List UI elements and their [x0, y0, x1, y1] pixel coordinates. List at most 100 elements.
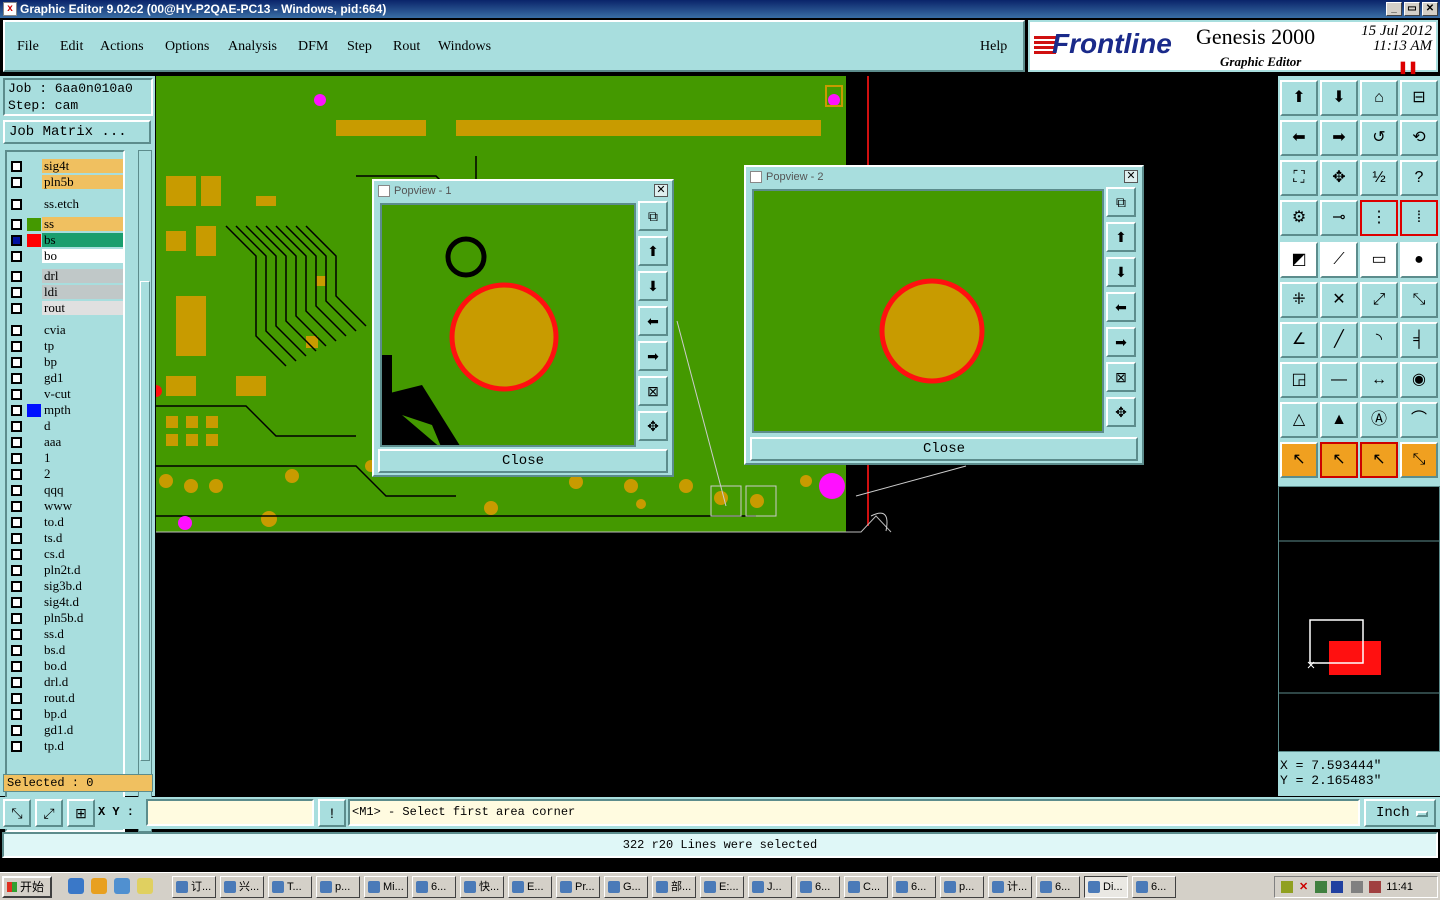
- layer-row[interactable]: ts.d: [7, 530, 123, 546]
- layer-row[interactable]: gd1: [7, 370, 123, 386]
- layer-checkbox[interactable]: [11, 693, 22, 704]
- shapes-icon[interactable]: ◉: [1400, 362, 1438, 398]
- layer-row[interactable]: cs.d: [7, 546, 123, 562]
- taskbar-task-button[interactable]: C...: [844, 876, 888, 898]
- layer-checkbox[interactable]: [11, 469, 22, 480]
- layer-name[interactable]: ts.d: [42, 531, 123, 545]
- zoom-fit-icon[interactable]: ⛶: [1280, 160, 1318, 196]
- select-box-icon[interactable]: ↖: [1320, 442, 1358, 478]
- layer-row[interactable]: www: [7, 498, 123, 514]
- layer-checkbox[interactable]: [11, 303, 22, 314]
- select-area-icon[interactable]: ↖: [1360, 442, 1398, 478]
- layer-row[interactable]: mpth: [7, 402, 123, 418]
- pad-shape-icon[interactable]: ●: [1400, 242, 1438, 278]
- pan-up-icon[interactable]: ⬆: [1280, 80, 1318, 116]
- close-window-button[interactable]: ✕: [1422, 2, 1438, 16]
- layer-checkbox[interactable]: [11, 421, 22, 432]
- layer-name[interactable]: gd1.d: [42, 723, 123, 737]
- net-select-icon[interactable]: ⋮: [1360, 200, 1398, 236]
- menu-analysis[interactable]: Analysis: [228, 39, 277, 55]
- popview-pan-down-icon[interactable]: ⬇: [638, 271, 668, 301]
- taskbar-task-button[interactable]: Di...: [1084, 876, 1128, 898]
- triangle-icon[interactable]: △: [1280, 402, 1318, 438]
- popview-pan-right-icon[interactable]: ➡: [1106, 327, 1136, 357]
- taskbar-task-button[interactable]: E...: [508, 876, 552, 898]
- layer-checkbox[interactable]: [11, 235, 22, 246]
- layer-row[interactable]: cvia: [7, 322, 123, 338]
- network-icon[interactable]: [114, 878, 130, 894]
- menu-rout[interactable]: Rout: [393, 39, 420, 55]
- layer-checkbox[interactable]: [11, 357, 22, 368]
- tray-close-icon[interactable]: ✕: [1299, 881, 1311, 893]
- popview-pan-left-icon[interactable]: ⬅: [638, 306, 668, 336]
- menu-step[interactable]: Step: [347, 39, 372, 55]
- snap-toggle-icon[interactable]: ⤢: [35, 799, 63, 827]
- layer-checkbox[interactable]: [11, 161, 22, 172]
- layer-name[interactable]: mpth: [42, 403, 123, 417]
- layer-name[interactable]: ss: [42, 217, 123, 231]
- layer-checkbox[interactable]: [11, 629, 22, 640]
- fillet-icon[interactable]: ╡: [1400, 322, 1438, 358]
- dimension-icon[interactable]: ↔: [1360, 362, 1398, 398]
- layer-name[interactable]: bs.d: [42, 643, 123, 657]
- taskbar-task-button[interactable]: J...: [748, 876, 792, 898]
- layer-name[interactable]: sig3b.d: [42, 579, 123, 593]
- add-feature-icon[interactable]: ◩: [1280, 242, 1318, 278]
- layer-row[interactable]: tp: [7, 338, 123, 354]
- maximize-button[interactable]: ▭: [1404, 2, 1420, 16]
- ie-icon[interactable]: [68, 878, 84, 894]
- layer-name[interactable]: rout.d: [42, 691, 123, 705]
- net-highlight-icon[interactable]: ⁞: [1400, 200, 1438, 236]
- layer-name[interactable]: pln5b.d: [42, 611, 123, 625]
- triangle-alt-icon[interactable]: ▲: [1320, 402, 1358, 438]
- taskbar-task-button[interactable]: 部...: [652, 876, 696, 898]
- popview-pan-right-icon[interactable]: ➡: [638, 341, 668, 371]
- pan-right-icon[interactable]: ➡: [1320, 120, 1358, 156]
- layer-name[interactable]: 1: [42, 451, 123, 465]
- unit-select[interactable]: Inch: [1364, 799, 1436, 827]
- taskbar-task-button[interactable]: G...: [604, 876, 648, 898]
- explorer-icon[interactable]: [137, 878, 153, 894]
- select-pointer-icon[interactable]: ↖: [1280, 442, 1318, 478]
- taskbar-task-button[interactable]: Mi...: [364, 876, 408, 898]
- xy-input[interactable]: [146, 799, 314, 826]
- taskbar-task-button[interactable]: E:...: [700, 876, 744, 898]
- undo-zoom-icon[interactable]: ↺: [1360, 120, 1398, 156]
- layer-scrollbar[interactable]: [138, 150, 152, 832]
- tray-app-icon[interactable]: [1315, 881, 1327, 893]
- layer-name[interactable]: 2: [42, 467, 123, 481]
- taskbar-task-button[interactable]: p...: [940, 876, 984, 898]
- taskbar-task-button[interactable]: 订...: [172, 876, 216, 898]
- layer-row[interactable]: bs.d: [7, 642, 123, 658]
- layer-checkbox[interactable]: [11, 271, 22, 282]
- layer-checkbox[interactable]: [11, 437, 22, 448]
- pause-icon[interactable]: ❚❚: [1398, 60, 1418, 74]
- zoom-one-to-two-icon[interactable]: ½: [1360, 160, 1398, 196]
- layer-name[interactable]: bo.d: [42, 659, 123, 673]
- menu-actions[interactable]: Actions: [100, 39, 144, 55]
- layer-checkbox[interactable]: [11, 501, 22, 512]
- layer-checkbox[interactable]: [11, 485, 22, 496]
- layer-checkbox[interactable]: [11, 613, 22, 624]
- popview-pan-up-icon[interactable]: ⬆: [1106, 222, 1136, 252]
- layer-checkbox[interactable]: [11, 251, 22, 262]
- layer-name[interactable]: ldi: [42, 285, 123, 299]
- tray-pencil-icon[interactable]: [1281, 881, 1293, 893]
- pan-left-icon[interactable]: ⬅: [1280, 120, 1318, 156]
- measure-icon[interactable]: ⚙: [1280, 200, 1318, 236]
- layer-checkbox[interactable]: [11, 645, 22, 656]
- redraw-icon[interactable]: ⟲: [1400, 120, 1438, 156]
- layer-checkbox[interactable]: [11, 177, 22, 188]
- snap-pad-icon[interactable]: ⊸: [1320, 200, 1358, 236]
- layer-row[interactable]: 2: [7, 466, 123, 482]
- layer-name[interactable]: drl: [42, 269, 123, 283]
- layer-name[interactable]: gd1: [42, 371, 123, 385]
- layer-row[interactable]: sig4t.d: [7, 594, 123, 610]
- layer-checkbox[interactable]: [11, 373, 22, 384]
- popview-pan-down-icon[interactable]: ⬇: [1106, 257, 1136, 287]
- layer-checkbox[interactable]: [11, 287, 22, 298]
- angle-arc-icon[interactable]: ⌒: [1400, 402, 1438, 438]
- layer-name[interactable]: tp: [42, 339, 123, 353]
- taskbar-task-button[interactable]: 6...: [1132, 876, 1176, 898]
- ruler-icon[interactable]: ▭: [1360, 242, 1398, 278]
